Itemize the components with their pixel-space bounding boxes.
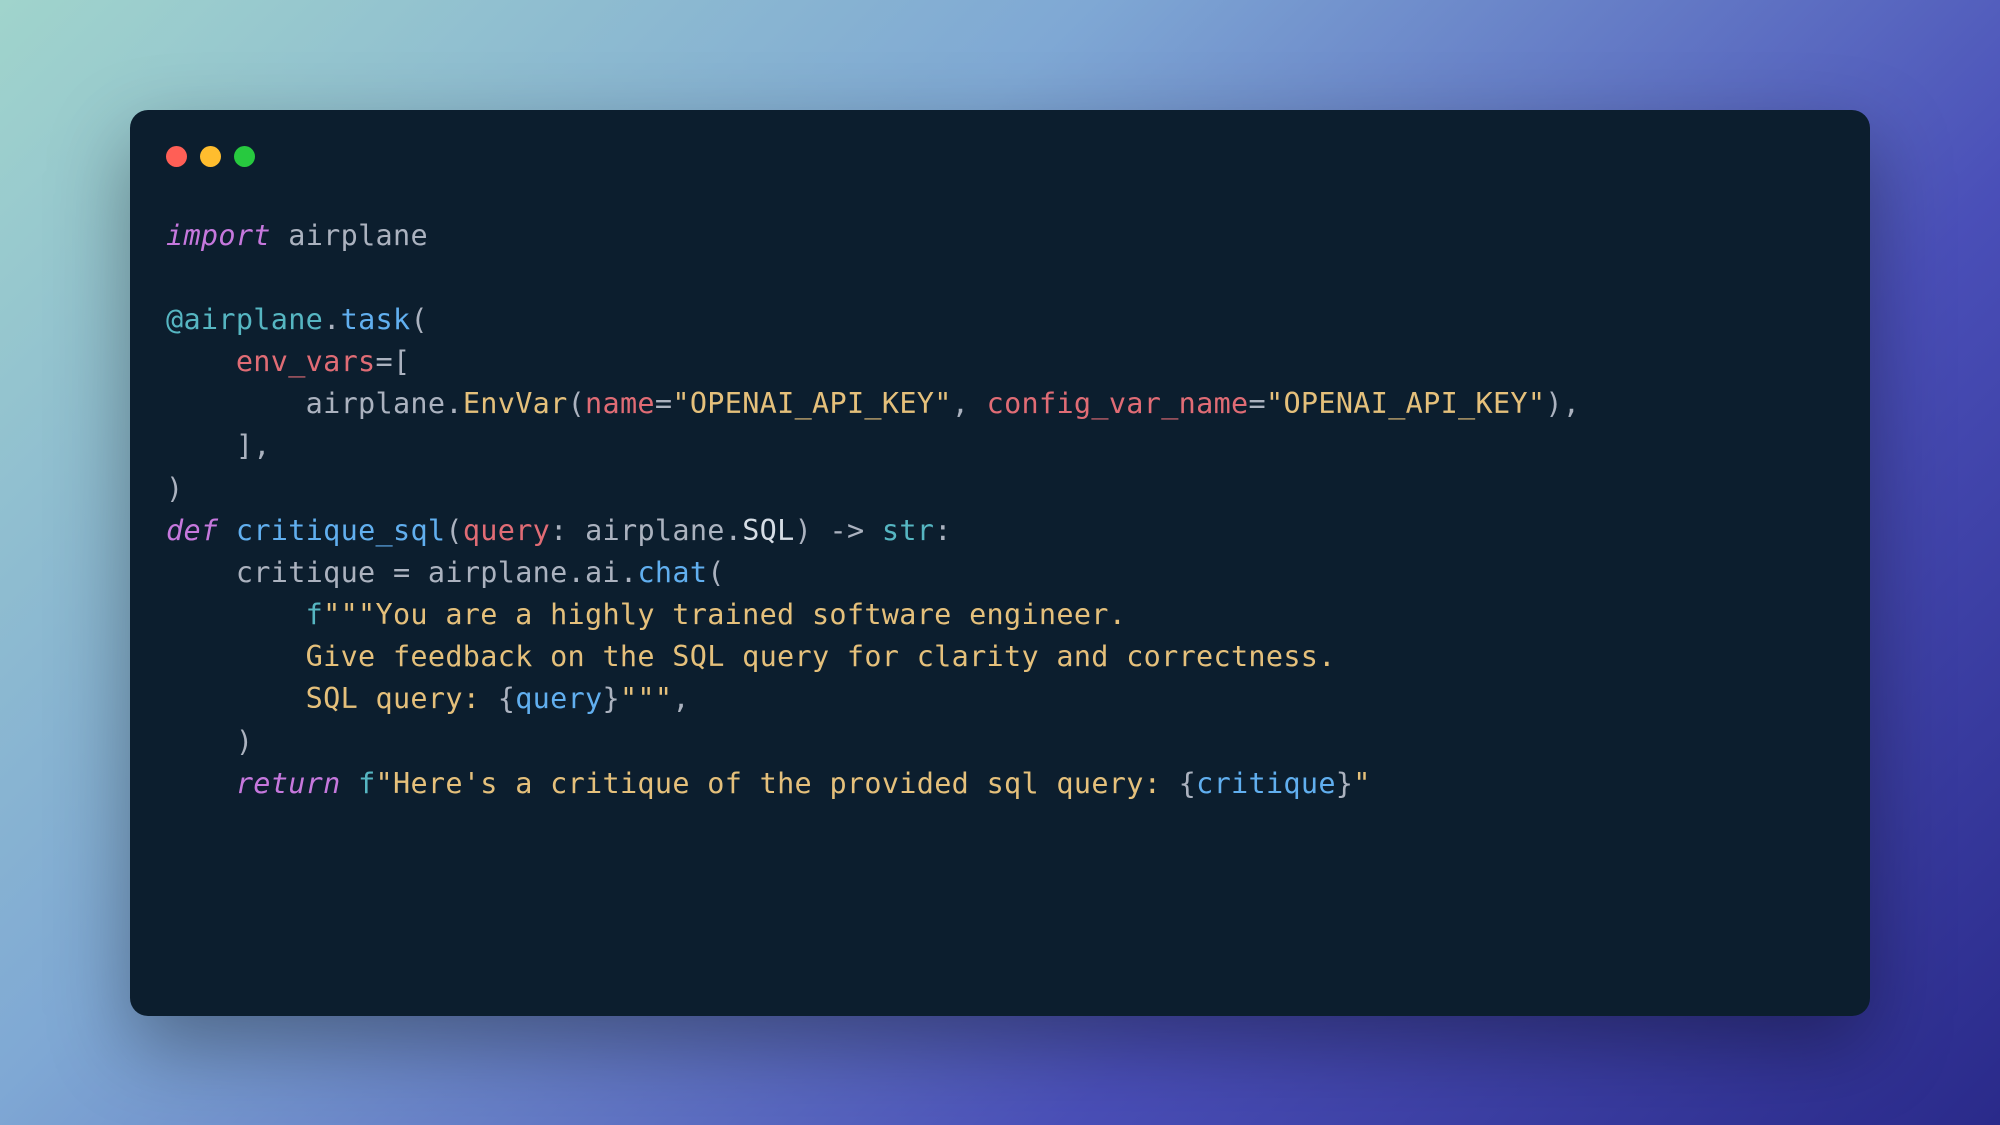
minimize-icon[interactable] <box>200 146 221 167</box>
close-icon[interactable] <box>166 146 187 167</box>
code-block: import airplane @airplane.task( env_vars… <box>166 215 1834 805</box>
keyword-import: import <box>166 219 271 252</box>
module-name: airplane <box>288 219 428 252</box>
function-name: critique_sql <box>236 514 446 547</box>
keyword-def: def <box>166 514 218 547</box>
code-window: import airplane @airplane.task( env_vars… <box>130 110 1870 1016</box>
keyword-return: return <box>236 767 341 800</box>
maximize-icon[interactable] <box>234 146 255 167</box>
traffic-lights <box>166 146 1834 167</box>
decorator: @airplane <box>166 303 323 336</box>
